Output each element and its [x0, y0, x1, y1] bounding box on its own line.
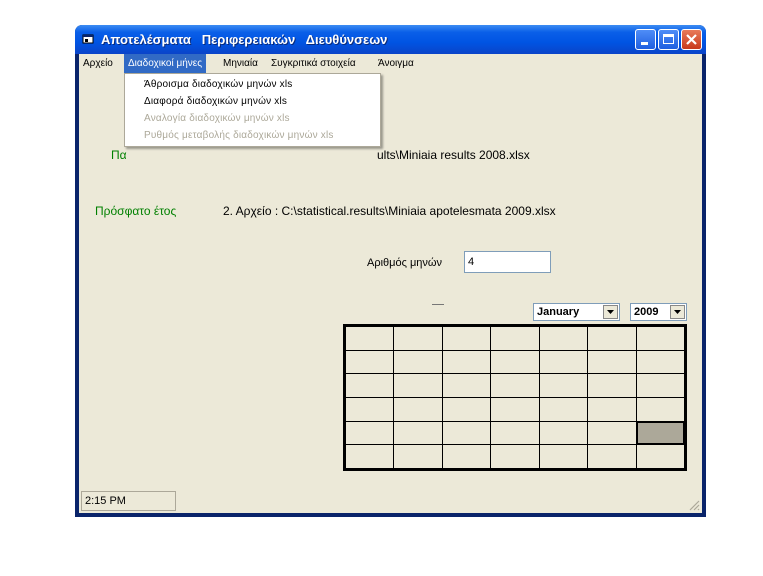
calendar-cell[interactable] — [393, 373, 443, 398]
minimize-button[interactable] — [635, 29, 656, 50]
calendar-cell[interactable] — [490, 396, 540, 422]
calendar-grid — [343, 324, 687, 471]
calendar-cell[interactable] — [490, 373, 540, 398]
calendar-cell[interactable] — [538, 373, 589, 398]
months-count-input[interactable] — [464, 251, 551, 273]
menu-option-difference[interactable]: Διαφορά διαδοχικών μηνών xls — [144, 96, 287, 107]
calendar-cell[interactable] — [490, 349, 540, 375]
calendar-cell[interactable] — [635, 349, 686, 375]
menu-file[interactable]: Αρχείο — [79, 54, 117, 73]
menu-option-rate-of-change: Ρυθμός μεταβολής διαδοχικών μηνών xls — [144, 130, 334, 141]
calendar-cell[interactable] — [538, 444, 589, 469]
calendar-cell[interactable] — [393, 326, 443, 351]
calendar-cell[interactable] — [441, 373, 492, 398]
maximize-button[interactable] — [658, 29, 679, 50]
file2-path: 2. Αρχείο : C:\statistical.results\Minia… — [223, 204, 556, 218]
calendar-cell[interactable] — [538, 326, 589, 351]
calendar-cell[interactable] — [441, 420, 492, 446]
menu-open[interactable]: Άνοιγμα — [374, 54, 418, 73]
calendar-cell[interactable] — [393, 396, 443, 422]
menu-bar: Αρχείο Διαδοχικοί μήνες Μηνιαία Συγκριτι… — [79, 54, 702, 73]
calendar-cell[interactable] — [344, 420, 395, 446]
year-select[interactable]: 2009 — [630, 303, 687, 321]
calendar-cell[interactable] — [441, 326, 492, 351]
calendar-cell[interactable] — [490, 444, 540, 469]
recent-year-label: Πρόσφατο έτος — [95, 204, 177, 218]
window-title: Αποτελέσματα Περιφερειακών Διευθύνσεων — [101, 32, 388, 47]
calendar-cell[interactable] — [587, 444, 637, 469]
calendar-cell[interactable] — [635, 373, 686, 398]
menu-comparative[interactable]: Συγκριτικά στοιχεία — [267, 54, 360, 73]
calendar-cell[interactable] — [441, 396, 492, 422]
month-select[interactable]: January — [533, 303, 620, 321]
divider — [432, 304, 444, 305]
title-bar[interactable]: Αποτελέσματα Περιφερειακών Διευθύνσεων — [75, 25, 706, 54]
calendar-cell[interactable] — [441, 444, 492, 469]
previous-year-label: Πα — [111, 148, 127, 162]
client-area: Αρχείο Διαδοχικοί μήνες Μηνιαία Συγκριτι… — [79, 54, 702, 513]
menu-option-sum[interactable]: Άθροισμα διαδοχικών μηνών xls — [144, 79, 293, 90]
calendar-cell[interactable] — [344, 326, 395, 351]
status-bar: 2:15 PM — [79, 489, 702, 513]
menu-option-ratio: Αναλογία διαδοχικών μηνών xls — [144, 113, 290, 124]
calendar-cell[interactable] — [393, 444, 443, 469]
calendar-cell[interactable] — [587, 349, 637, 375]
calendar-cell[interactable] — [490, 326, 540, 351]
calendar-cell[interactable] — [538, 349, 589, 375]
calendar-row — [344, 420, 686, 446]
calendar-cell[interactable] — [587, 326, 637, 351]
calendar-cell[interactable] — [393, 420, 443, 446]
maximize-icon — [663, 34, 674, 44]
calendar-row — [344, 349, 686, 375]
year-select-value: 2009 — [634, 306, 659, 318]
calendar-cell[interactable] — [344, 349, 395, 375]
close-button[interactable] — [681, 29, 702, 50]
calendar-cell[interactable] — [635, 396, 686, 422]
calendar-cell[interactable] — [490, 420, 540, 446]
app-window: Αποτελέσματα Περιφερειακών Διευθύνσεων Α… — [75, 25, 706, 517]
calendar-cell[interactable] — [635, 326, 686, 351]
month-select-value: January — [537, 306, 580, 318]
calendar-cell[interactable] — [344, 444, 395, 469]
calendar-cell[interactable] — [635, 444, 686, 469]
chevron-down-icon[interactable] — [603, 305, 618, 319]
calendar-cell[interactable] — [538, 396, 589, 422]
menu-monthly[interactable]: Μηνιαία — [219, 54, 262, 73]
calendar-cell[interactable] — [344, 373, 395, 398]
calendar-row — [344, 326, 686, 351]
calendar-row — [344, 444, 686, 469]
calendar-cell[interactable] — [441, 349, 492, 375]
resize-grip-icon[interactable] — [688, 499, 700, 511]
calendar-cell[interactable] — [587, 373, 637, 398]
app-icon[interactable] — [82, 33, 94, 45]
calendar-cell[interactable] — [587, 396, 637, 422]
calendar-cell[interactable] — [538, 420, 589, 446]
minimize-icon — [641, 42, 648, 45]
months-count-label: Αριθμός μηνών — [367, 257, 443, 269]
calendar-cell[interactable] — [344, 396, 395, 422]
status-time: 2:15 PM — [81, 491, 176, 511]
calendar-cell[interactable] — [393, 349, 443, 375]
menu-consecutive-months[interactable]: Διαδοχικοί μήνες — [124, 54, 207, 73]
calendar-row — [344, 396, 686, 422]
calendar-cell-selected[interactable] — [635, 420, 686, 446]
close-icon — [686, 34, 697, 45]
chevron-down-icon[interactable] — [670, 305, 685, 319]
file1-path: ults\Miniaia results 2008.xlsx — [377, 148, 530, 162]
calendar-row — [344, 373, 686, 398]
consecutive-months-dropdown: Άθροισμα διαδοχικών μηνών xls Διαφορά δι… — [124, 73, 381, 147]
calendar-cell[interactable] — [587, 420, 637, 446]
